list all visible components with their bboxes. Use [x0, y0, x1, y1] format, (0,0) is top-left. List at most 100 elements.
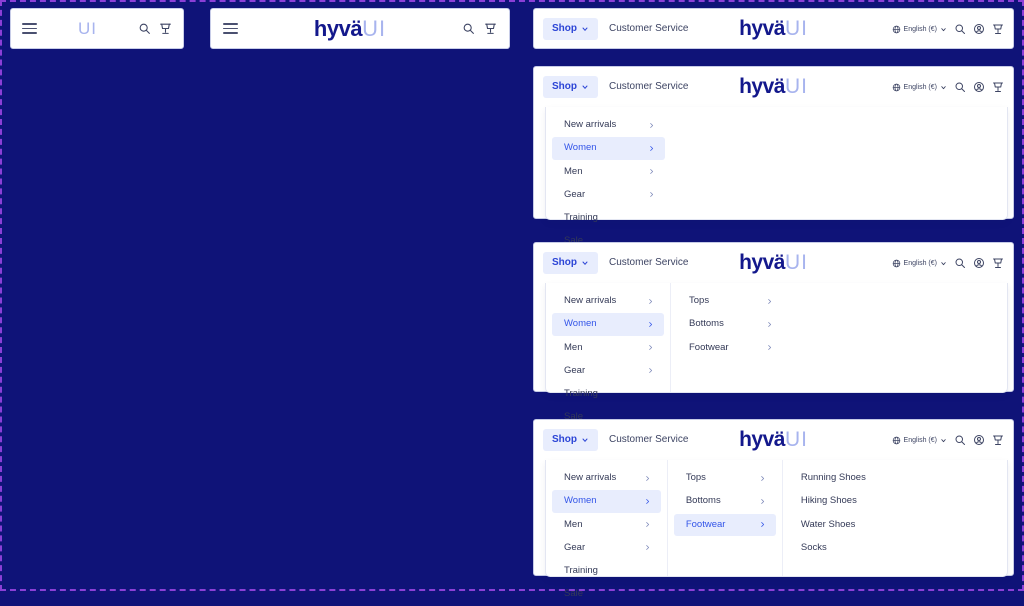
- menu-item-label: Footwear: [689, 341, 729, 353]
- brand-logo[interactable]: hyvä UI: [739, 251, 808, 275]
- globe-icon: [892, 25, 901, 34]
- cart-icon[interactable]: [992, 257, 1004, 269]
- cart-icon[interactable]: [159, 22, 172, 35]
- mobile-header-compact: UI: [10, 8, 184, 49]
- menu-item-label: Women: [564, 495, 597, 507]
- brand-logo-primary: hyvä: [739, 75, 785, 98]
- menu-item[interactable]: Training: [552, 207, 665, 229]
- menu-item[interactable]: Bottoms: [677, 313, 783, 335]
- nav-customer-service[interactable]: Customer Service: [600, 18, 697, 40]
- account-icon[interactable]: [973, 23, 985, 35]
- menu-item-label: Running Shoes: [800, 472, 866, 483]
- account-icon[interactable]: [973, 434, 985, 446]
- search-icon[interactable]: [954, 434, 966, 446]
- header-actions: English (€): [892, 434, 1004, 446]
- hamburger-icon[interactable]: [22, 23, 37, 34]
- brand-logo-primary: hyvä: [313, 15, 363, 41]
- language-switcher[interactable]: English (€): [892, 436, 947, 445]
- nav-shop-button[interactable]: Shop: [543, 429, 598, 451]
- menu-item[interactable]: New arrivals: [552, 114, 665, 136]
- header-actions: English (€): [892, 81, 1004, 93]
- cart-icon[interactable]: [484, 22, 497, 35]
- menu-item-label: Hiking Shoes: [800, 495, 857, 507]
- menu-item[interactable]: Training: [552, 383, 664, 405]
- brand-logo[interactable]: hyvä UI: [314, 16, 386, 42]
- chevron-right-icon: [648, 145, 655, 152]
- desktop-header-menu-level-3: Shop Customer Service hyvä UI English (€): [533, 419, 1014, 599]
- nav-shop-button[interactable]: Shop: [543, 252, 598, 274]
- menu-item[interactable]: Gear: [552, 360, 664, 382]
- nav-shop-label: Shop: [552, 257, 577, 268]
- chevron-right-icon: [759, 498, 766, 505]
- search-icon[interactable]: [954, 81, 966, 93]
- chevron-right-icon: [759, 521, 766, 528]
- desktop-navbar: Shop Customer Service hyvä UI English (€): [534, 420, 1013, 460]
- hamburger-icon[interactable]: [223, 23, 238, 34]
- cart-icon[interactable]: [992, 23, 1004, 35]
- search-icon[interactable]: [138, 22, 151, 35]
- globe-icon: [892, 259, 901, 268]
- menu-item[interactable]: Women: [552, 490, 661, 513]
- search-icon[interactable]: [954, 23, 966, 35]
- menu-item[interactable]: Footwear: [677, 337, 783, 359]
- chevron-right-icon: [647, 321, 654, 328]
- chevron-right-icon: [647, 344, 654, 351]
- menu-column-level-3: Running Shoes Hiking Shoes Water Shoes Sock…: [783, 460, 1007, 576]
- menu-item[interactable]: Tops: [677, 290, 783, 312]
- menu-item[interactable]: Men: [552, 161, 665, 183]
- menu-item[interactable]: Women: [552, 137, 665, 160]
- chevron-right-icon: [648, 191, 655, 198]
- language-switcher[interactable]: English (€): [892, 259, 947, 268]
- menu-item[interactable]: New arrivals: [552, 467, 661, 489]
- menu-item[interactable]: Men: [552, 514, 661, 536]
- menu-item[interactable]: Bottoms: [674, 490, 776, 512]
- desktop-header-menu-level-1: Shop Customer Service hyvä UI English (€): [533, 66, 1014, 246]
- search-icon[interactable]: [462, 22, 475, 35]
- nav-customer-service[interactable]: Customer Service: [600, 252, 697, 274]
- nav-shop-label: Shop: [552, 23, 577, 34]
- header-actions: [462, 22, 497, 35]
- menu-item-label: New arrivals: [564, 472, 617, 483]
- menu-item[interactable]: Hiking Shoes: [789, 490, 1001, 512]
- menu-item[interactable]: Running Shoes: [789, 467, 1001, 489]
- chevron-right-icon: [766, 298, 773, 305]
- cart-icon[interactable]: [992, 81, 1004, 93]
- brand-logo[interactable]: hyvä UI: [739, 17, 808, 41]
- nav-customer-service[interactable]: Customer Service: [600, 76, 697, 98]
- globe-icon: [892, 436, 901, 445]
- menu-item-label: Water Shoes: [800, 518, 856, 530]
- account-icon[interactable]: [973, 257, 985, 269]
- menu-item[interactable]: Footwear: [673, 513, 776, 536]
- menu-item-label: Gear: [564, 188, 586, 200]
- desktop-header-collapsed: Shop Customer Service hyvä UI English (€): [533, 8, 1014, 49]
- chevron-right-icon: [644, 498, 651, 505]
- menu-item[interactable]: Socks: [789, 537, 1001, 559]
- menu-item[interactable]: Water Shoes: [789, 514, 1001, 536]
- language-switcher[interactable]: English (€): [892, 83, 947, 92]
- brand-logo[interactable]: UI: [78, 19, 97, 39]
- menu-item[interactable]: Men: [552, 337, 664, 359]
- menu-item[interactable]: Tops: [674, 467, 776, 489]
- search-icon[interactable]: [954, 257, 966, 269]
- menu-item[interactable]: Gear: [552, 537, 661, 559]
- brand-logo-secondary: UI: [784, 428, 808, 451]
- chevron-down-icon: [581, 25, 589, 33]
- menu-item[interactable]: New arrivals: [552, 290, 664, 312]
- brand-logo[interactable]: hyvä UI: [739, 428, 808, 452]
- menu-item[interactable]: Women: [552, 313, 664, 336]
- menu-item-label: Training: [564, 565, 598, 576]
- primary-nav: Shop Customer Service: [543, 18, 697, 40]
- menu-item[interactable]: Gear: [552, 184, 665, 206]
- menu-item[interactable]: Training: [552, 560, 661, 582]
- header-actions: [138, 22, 172, 35]
- account-icon[interactable]: [973, 81, 985, 93]
- nav-shop-button[interactable]: Shop: [543, 18, 598, 40]
- chevron-right-icon: [759, 475, 766, 482]
- brand-logo[interactable]: hyvä UI: [739, 75, 808, 99]
- nav-customer-service[interactable]: Customer Service: [600, 429, 697, 451]
- nav-shop-button[interactable]: Shop: [543, 76, 598, 98]
- menu-item[interactable]: Sale: [552, 583, 661, 605]
- cart-icon[interactable]: [992, 434, 1004, 446]
- mega-menu-dropdown: New arrivals Women Men Gear Training Sale Top…: [545, 283, 1008, 422]
- language-switcher[interactable]: English (€): [892, 25, 947, 34]
